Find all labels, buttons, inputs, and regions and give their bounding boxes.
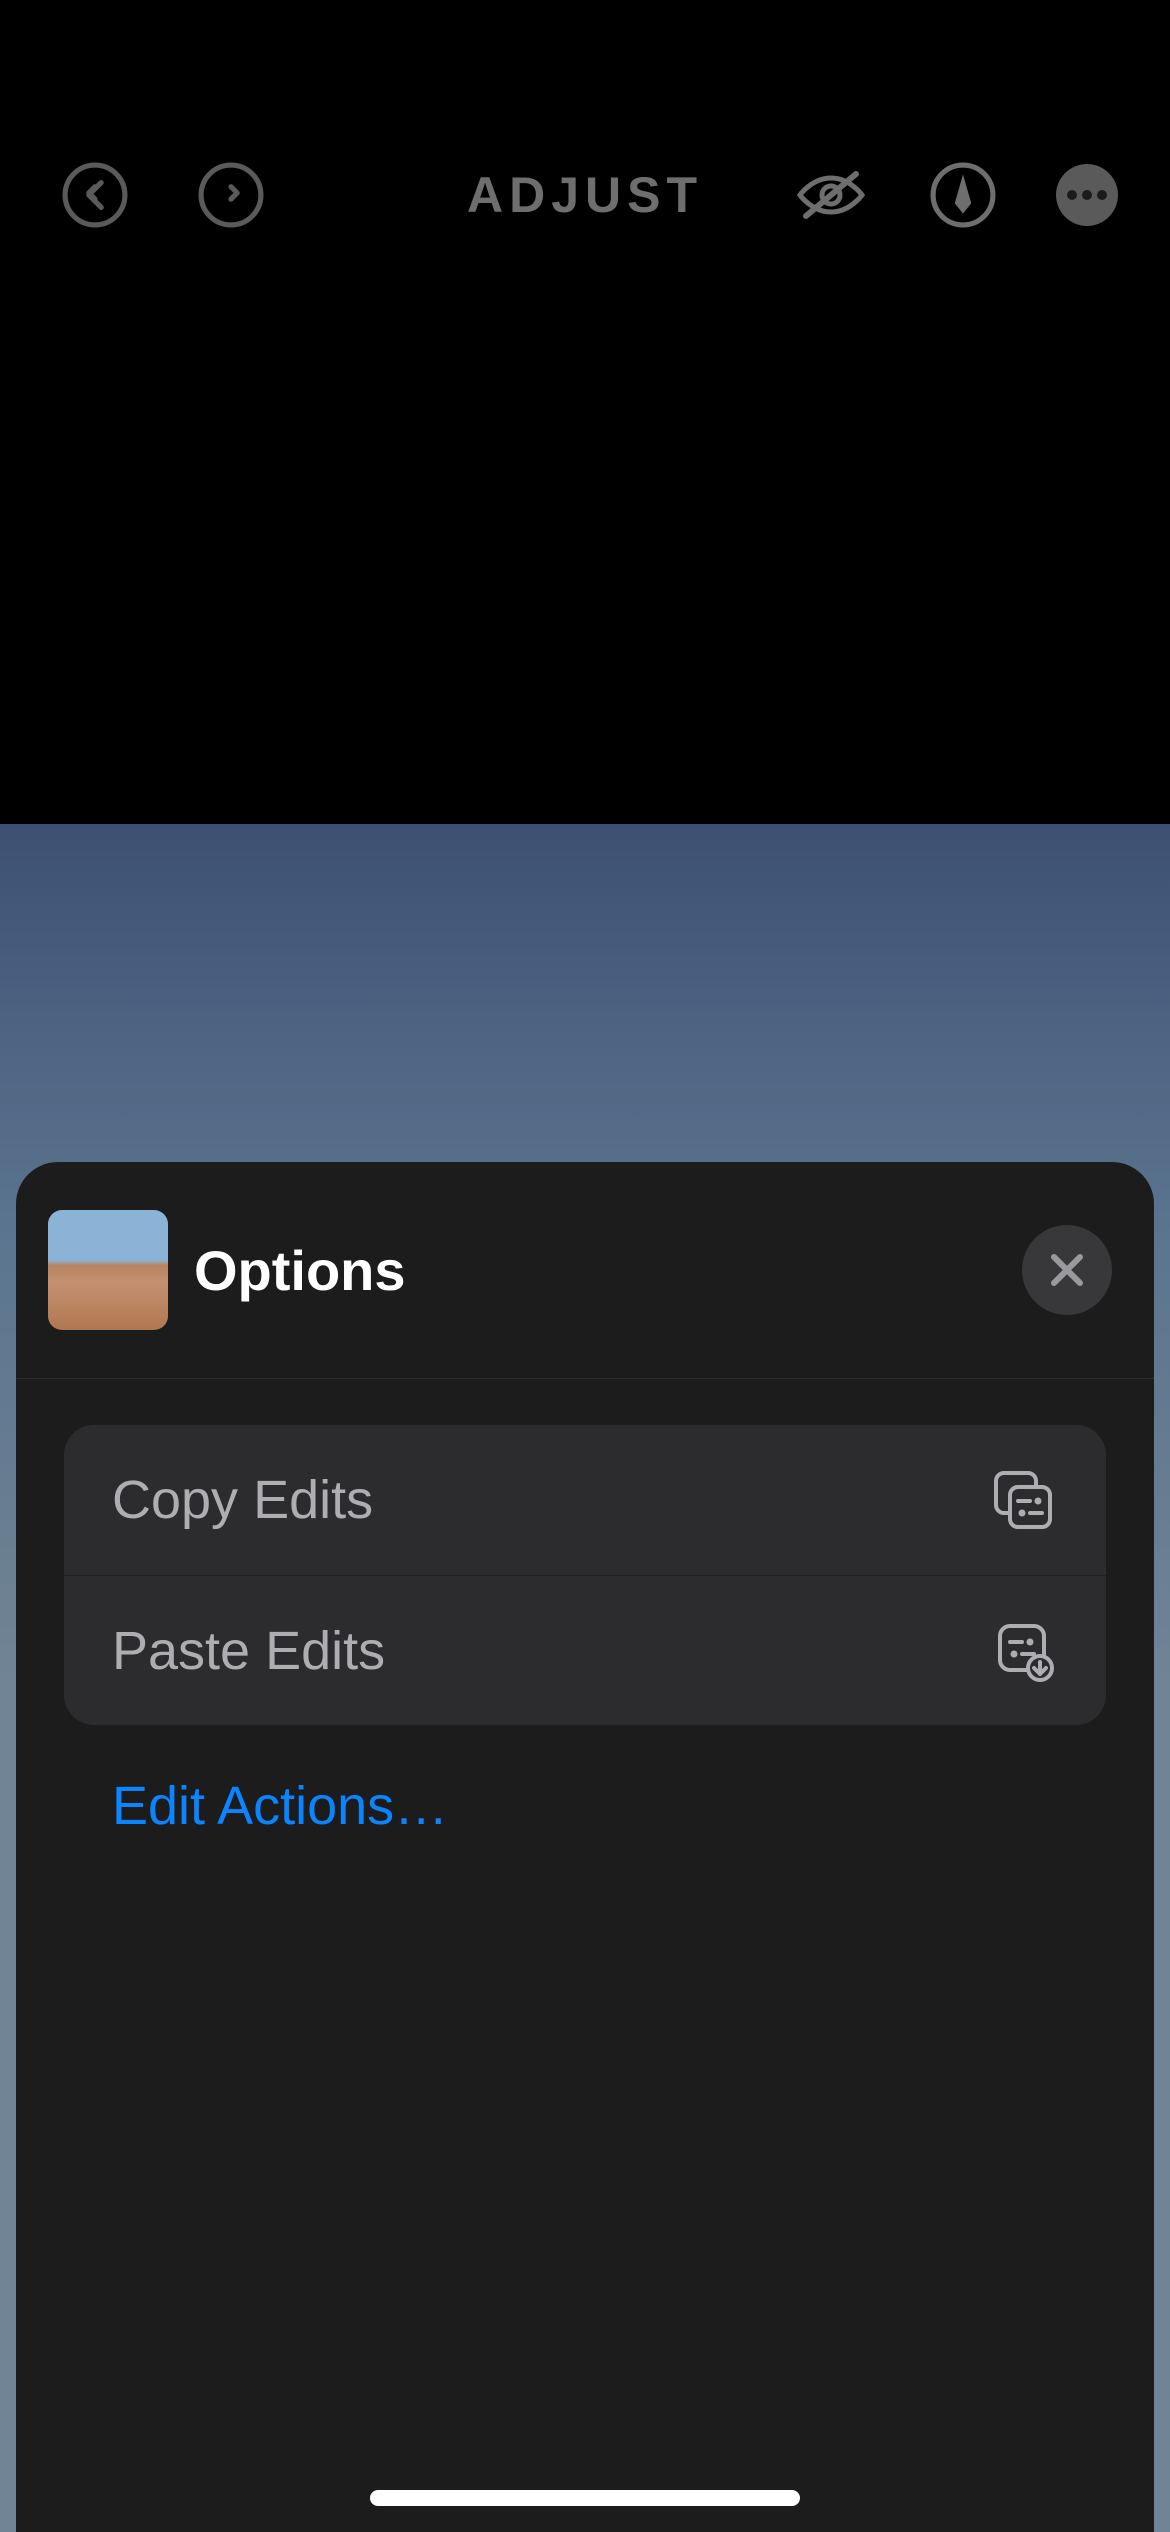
options-header: Options — [16, 1162, 1154, 1379]
options-group: Copy Edits Paste Edits — [64, 1425, 1106, 1725]
close-icon — [1048, 1251, 1086, 1289]
redo-icon — [198, 162, 264, 228]
toolbar-left — [0, 162, 264, 228]
paste-edits-row[interactable]: Paste Edits — [64, 1575, 1106, 1725]
home-indicator[interactable] — [370, 2490, 800, 2506]
copy-edits-row[interactable]: Copy Edits — [64, 1425, 1106, 1575]
more-button[interactable] — [1056, 164, 1118, 226]
copy-edits-label: Copy Edits — [112, 1469, 373, 1531]
paste-edits-label: Paste Edits — [112, 1620, 385, 1682]
editor-mode-title: ADJUST — [467, 166, 703, 224]
paste-edits-icon — [988, 1616, 1058, 1686]
markup-button[interactable] — [930, 162, 996, 228]
undo-icon — [62, 162, 128, 228]
editor-toolbar: ADJUST — [0, 0, 1170, 300]
photo-thumbnail — [48, 1210, 168, 1330]
undo-button[interactable] — [62, 162, 128, 228]
edit-actions-link[interactable]: Edit Actions… — [64, 1733, 1106, 1879]
markup-pen-icon — [930, 162, 996, 228]
copy-edits-icon — [988, 1465, 1058, 1535]
options-sheet: Options Copy Edits — [16, 1162, 1154, 2532]
redo-button[interactable] — [198, 162, 264, 228]
toolbar-title-wrap: ADJUST — [467, 166, 703, 224]
hide-preview-button[interactable] — [792, 162, 870, 228]
toolbar-right — [792, 162, 1170, 228]
options-body: Copy Edits Paste Edits — [16, 1379, 1154, 1879]
ellipsis-icon — [1067, 190, 1107, 200]
close-button[interactable] — [1022, 1225, 1112, 1315]
options-title: Options — [194, 1238, 406, 1303]
eye-slash-icon — [792, 162, 870, 228]
